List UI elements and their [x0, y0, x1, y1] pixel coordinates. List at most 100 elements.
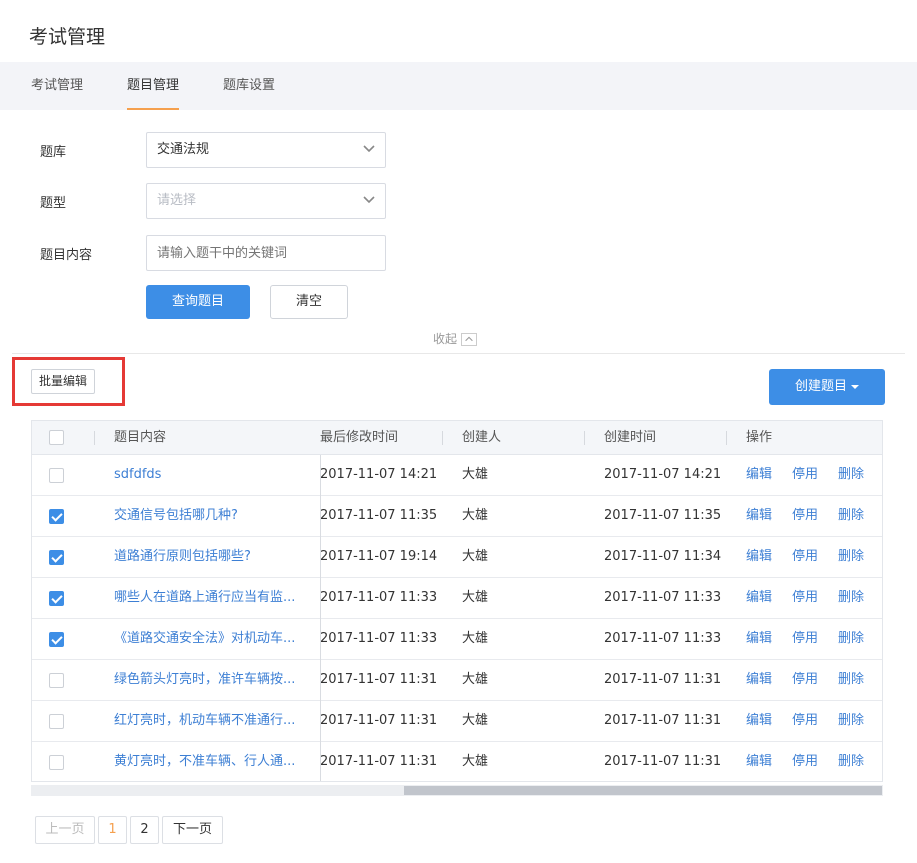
column-header-actions: 操作 [746, 430, 773, 445]
disable-link[interactable]: 停用 [792, 660, 818, 700]
row-checkbox[interactable] [49, 509, 64, 524]
column-header-creator: 创建人 [462, 430, 502, 445]
created-time: 2017-11-07 11:33 [604, 631, 722, 646]
question-content-link[interactable]: sdfdfds [114, 455, 161, 495]
disable-link[interactable]: 停用 [792, 701, 818, 741]
table-row: 绿色箭头灯亮时，准许车辆按... 2017-11-07 11:31 大雄 2017-1… [32, 660, 882, 701]
question-content-link[interactable]: 交通信号包括哪几种? [114, 496, 238, 536]
modified-time: 2017-11-07 11:31 [320, 754, 438, 769]
modified-time: 2017-11-07 11:33 [320, 631, 438, 646]
question-content-link[interactable]: 黄灯亮时，不准车辆、行人通... [114, 742, 295, 781]
clear-button[interactable]: 清空 [270, 285, 348, 319]
row-checkbox[interactable] [49, 673, 64, 688]
next-page-button[interactable]: 下一页 [162, 816, 223, 844]
question-content-link[interactable]: 道路通行原则包括哪些? [114, 537, 251, 577]
created-time: 2017-11-07 11:35 [604, 508, 722, 523]
type-select-placeholder: 请选择 [157, 193, 197, 208]
chevron-up-icon [461, 333, 478, 346]
disable-link[interactable]: 停用 [792, 537, 818, 577]
create-question-button[interactable]: 创建题目 [769, 369, 885, 405]
edit-link[interactable]: 编辑 [746, 455, 772, 495]
tab-exam-management[interactable]: 考试管理 [31, 62, 83, 110]
delete-link[interactable]: 删除 [838, 660, 864, 700]
creator: 大雄 [462, 713, 489, 728]
question-content-link[interactable]: 红灯亮时，机动车辆不准通行... [114, 701, 295, 741]
questions-table: 题目内容 最后修改时间 创建人 创建时间 操作 sdfdfds 2017-11-0… [31, 420, 883, 782]
content-search-input[interactable] [146, 235, 386, 271]
row-checkbox[interactable] [49, 755, 64, 770]
created-time: 2017-11-07 11:31 [604, 672, 722, 687]
page-2-button[interactable]: 2 [130, 816, 159, 844]
select-all-checkbox[interactable] [49, 430, 64, 445]
created-time: 2017-11-07 11:33 [604, 590, 722, 605]
edit-link[interactable]: 编辑 [746, 578, 772, 618]
content-label: 题目内容 [40, 248, 93, 263]
created-time: 2017-11-07 11:31 [604, 754, 722, 769]
delete-link[interactable]: 删除 [838, 742, 864, 781]
question-content-link[interactable]: 绿色箭头灯亮时，准许车辆按... [114, 660, 295, 700]
disable-link[interactable]: 停用 [792, 578, 818, 618]
edit-link[interactable]: 编辑 [746, 537, 772, 577]
divider [12, 353, 905, 354]
delete-link[interactable]: 删除 [838, 578, 864, 618]
modified-time: 2017-11-07 11:33 [320, 590, 438, 605]
row-checkbox[interactable] [49, 468, 64, 483]
question-content-link[interactable]: 《道路交通安全法》对机动车... [114, 619, 295, 659]
column-separator [726, 431, 727, 445]
column-separator [442, 431, 443, 445]
type-label: 题型 [40, 196, 67, 211]
collapse-toggle[interactable]: 收起 [433, 330, 478, 347]
create-question-label: 创建题目 [794, 379, 847, 394]
row-checkbox[interactable] [49, 591, 64, 606]
creator: 大雄 [462, 508, 489, 523]
horizontal-scrollbar[interactable] [31, 785, 883, 796]
edit-link[interactable]: 编辑 [746, 496, 772, 536]
delete-link[interactable]: 删除 [838, 701, 864, 741]
column-header-modified: 最后修改时间 [320, 430, 399, 445]
table-row: 哪些人在道路上通行应当有监... 2017-11-07 11:33 大雄 2017-1… [32, 578, 882, 619]
table-row: sdfdfds 2017-11-07 14:21 大雄 2017-11-07 14:2… [32, 455, 882, 496]
row-checkbox[interactable] [49, 632, 64, 647]
table-row: 黄灯亮时，不准车辆、行人通... 2017-11-07 11:31 大雄 2017-1… [32, 742, 882, 781]
edit-link[interactable]: 编辑 [746, 619, 772, 659]
disable-link[interactable]: 停用 [792, 619, 818, 659]
disable-link[interactable]: 停用 [792, 742, 818, 781]
delete-link[interactable]: 删除 [838, 455, 864, 495]
creator: 大雄 [462, 549, 489, 564]
creator: 大雄 [462, 590, 489, 605]
column-separator [94, 431, 95, 445]
table-row: 红灯亮时，机动车辆不准通行... 2017-11-07 11:31 大雄 2017-1… [32, 701, 882, 742]
delete-link[interactable]: 删除 [838, 537, 864, 577]
created-time: 2017-11-07 11:31 [604, 713, 722, 728]
creator: 大雄 [462, 672, 489, 687]
chevron-down-icon [363, 145, 375, 153]
bank-label: 题库 [40, 145, 67, 160]
query-button[interactable]: 查询题目 [146, 285, 250, 319]
tab-question-management[interactable]: 题目管理 [127, 62, 180, 110]
prev-page-button[interactable]: 上一页 [35, 816, 95, 844]
edit-link[interactable]: 编辑 [746, 701, 772, 741]
column-header-content: 题目内容 [114, 430, 167, 445]
row-checkbox[interactable] [49, 550, 64, 565]
caret-down-icon [851, 384, 859, 389]
page-title: 考试管理 [29, 26, 106, 48]
creator: 大雄 [462, 754, 489, 769]
delete-link[interactable]: 删除 [838, 496, 864, 536]
table-row: 《道路交通安全法》对机动车... 2017-11-07 11:33 大雄 2017-1… [32, 619, 882, 660]
edit-link[interactable]: 编辑 [746, 742, 772, 781]
type-select[interactable]: 请选择 [146, 183, 386, 219]
page-1-button[interactable]: 1 [98, 816, 127, 844]
disable-link[interactable]: 停用 [792, 455, 818, 495]
delete-link[interactable]: 删除 [838, 619, 864, 659]
question-content-link[interactable]: 哪些人在道路上通行应当有监... [114, 578, 295, 618]
scrollbar-thumb[interactable] [404, 786, 882, 795]
bank-select-value: 交通法规 [157, 142, 210, 157]
edit-link[interactable]: 编辑 [746, 660, 772, 700]
modified-time: 2017-11-07 11:35 [320, 508, 438, 523]
tab-bank-settings[interactable]: 题库设置 [223, 62, 275, 110]
modified-time: 2017-11-07 11:31 [320, 672, 438, 687]
row-checkbox[interactable] [49, 714, 64, 729]
disable-link[interactable]: 停用 [792, 496, 818, 536]
batch-edit-button[interactable]: 批量编辑 [31, 369, 95, 394]
bank-select[interactable]: 交通法规 [146, 132, 386, 168]
